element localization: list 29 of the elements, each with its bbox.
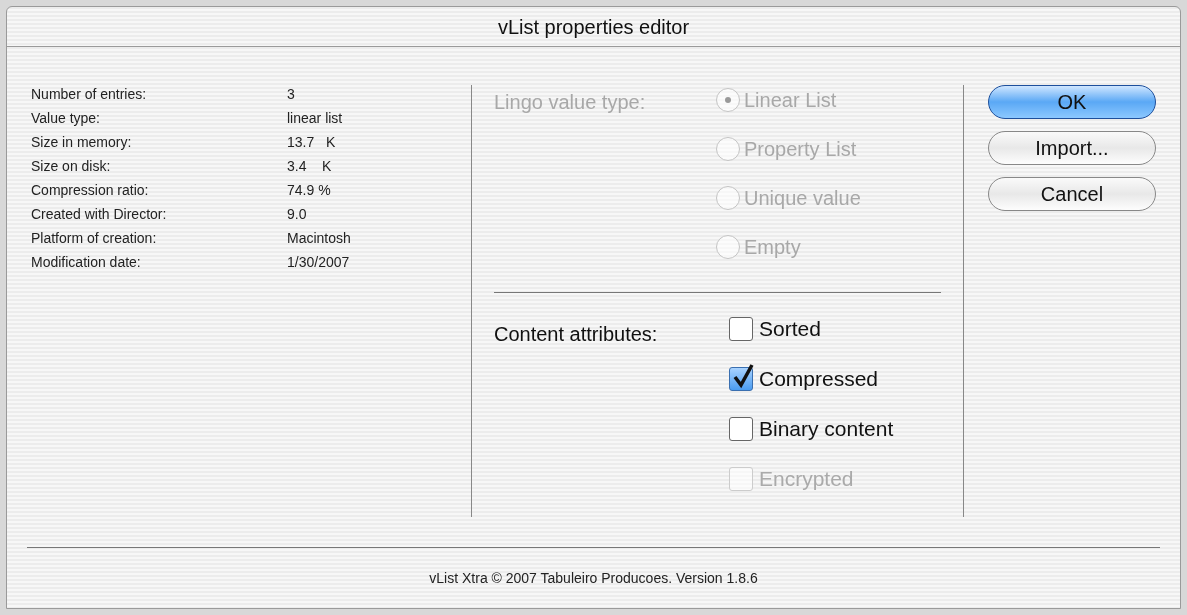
field-label: Lingo value type:	[494, 90, 647, 115]
info-value: 3.4 K	[287, 157, 332, 176]
window-title: vList properties editor	[497, 14, 690, 40]
checkbox[interactable]	[729, 317, 753, 341]
info-label: Number of entries:	[31, 85, 148, 104]
checkbox[interactable]	[729, 417, 753, 441]
checkbox-label[interactable]: Binary content	[759, 413, 894, 445]
info-label: Created with Director:	[31, 205, 168, 224]
info-label: Platform of creation:	[31, 229, 158, 248]
info-value: 74.9 %	[287, 181, 331, 200]
checkbox[interactable]	[729, 367, 753, 391]
info-label: Size in memory:	[31, 133, 133, 152]
info-value: 9.0	[287, 205, 307, 224]
dialog-button[interactable]: OK	[988, 85, 1156, 119]
info-label: Modification date:	[31, 253, 142, 272]
info-label: Value type:	[31, 109, 101, 128]
info-label: Size on disk:	[31, 157, 112, 176]
footer-text: vList Xtra © 2007 Tabuleiro Producoes. Version 1.8.6	[429, 568, 758, 588]
checkbox-label[interactable]: Compressed	[759, 363, 879, 395]
dialog-button[interactable]: Cancel	[988, 177, 1156, 211]
info-value: 13.7 K	[287, 133, 336, 152]
info-value: 3	[287, 85, 295, 104]
info-value: linear list	[287, 109, 343, 128]
field-label: Content attributes:	[494, 322, 659, 347]
info-value: 1/30/2007	[287, 253, 350, 272]
dialog-button[interactable]: Import...	[988, 131, 1156, 165]
checkbox-label[interactable]: Sorted	[759, 313, 821, 345]
info-value: Macintosh	[287, 229, 351, 248]
info-label: Compression ratio:	[31, 181, 150, 200]
